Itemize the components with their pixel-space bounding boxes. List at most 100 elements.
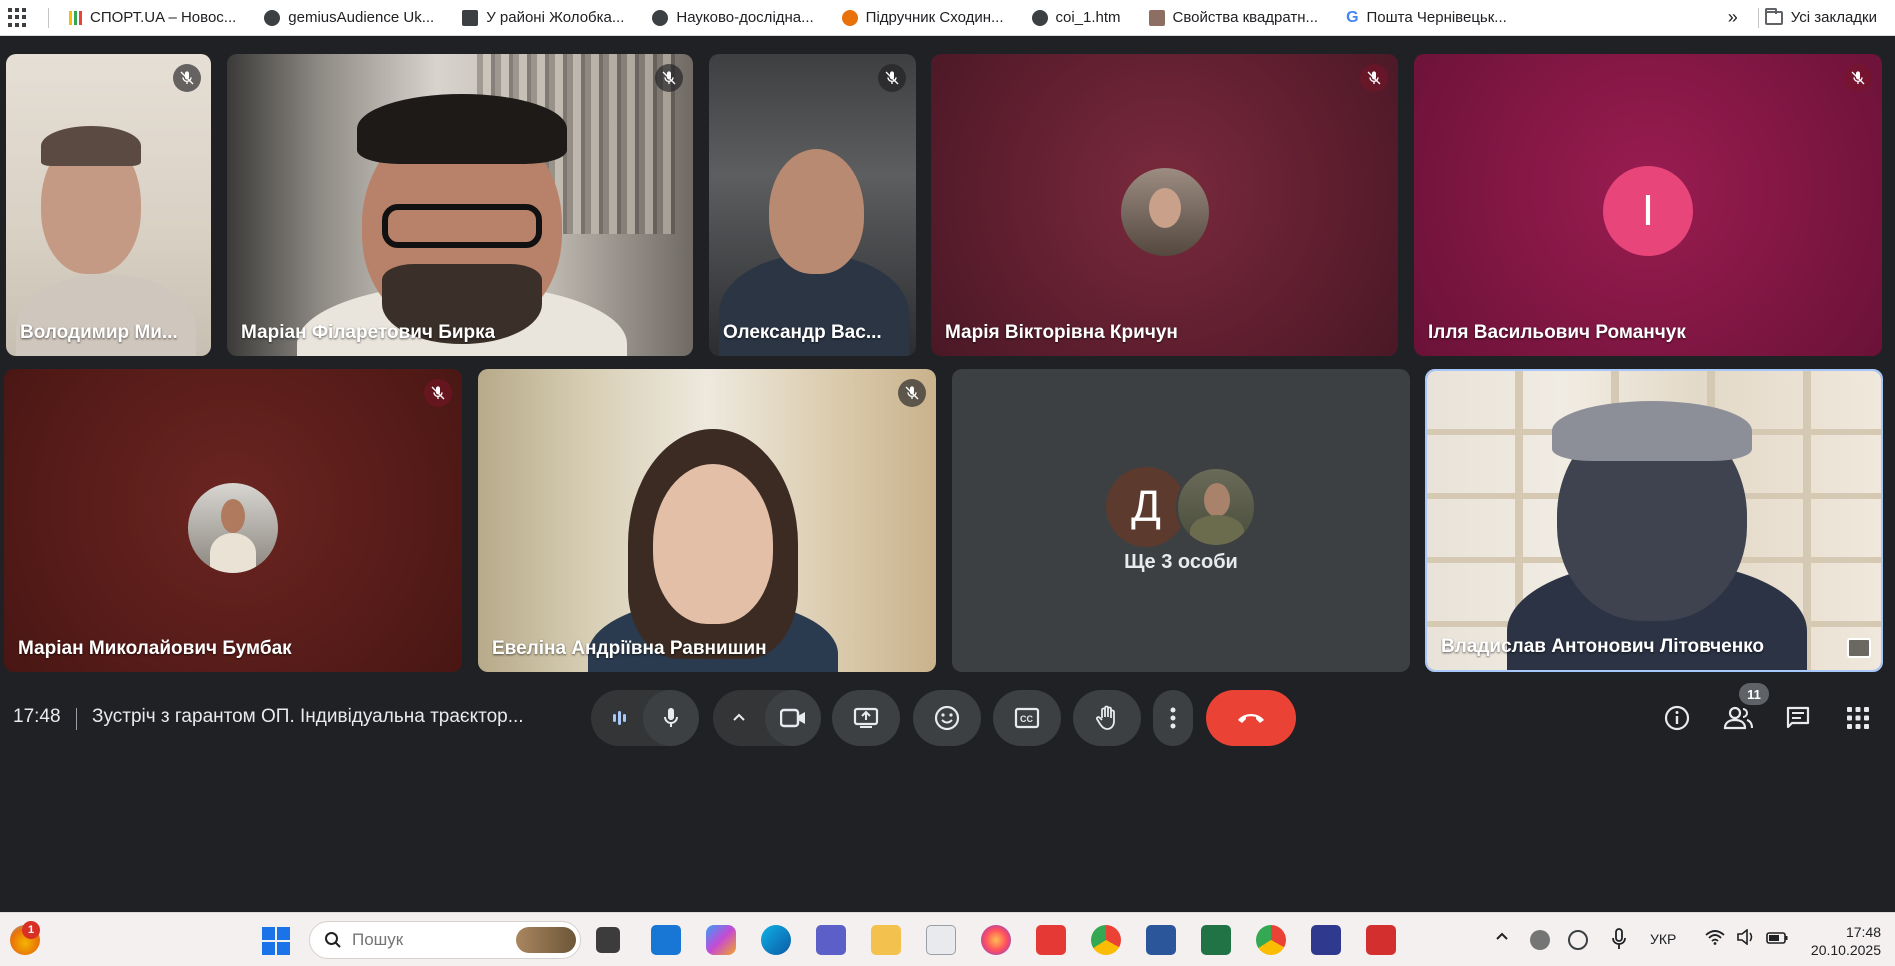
mic-muted-icon [424,379,452,407]
start-button[interactable] [262,927,290,955]
participant-avatar [1121,168,1209,256]
bookmark-label: gemiusAudience Uk... [288,9,435,26]
present-screen-icon [853,707,879,728]
teams-icon[interactable] [816,925,846,955]
more-options-button[interactable] [1153,690,1193,746]
apps-grid-icon[interactable] [8,7,28,28]
activities-button[interactable] [1838,698,1878,738]
mic-muted-icon [1360,64,1388,92]
meeting-details-button[interactable] [1657,698,1697,738]
taskbar-search[interactable] [309,921,581,959]
bookmark-research[interactable]: Науково-дослідна... [638,4,827,32]
participant-tile[interactable]: Марія Вікторівна Кричун [931,54,1398,356]
chrome-icon[interactable] [1091,925,1121,955]
bookmark-separator [48,7,49,28]
volume-icon[interactable] [1736,928,1756,950]
app-icon[interactable] [1311,925,1341,955]
end-call-icon [1238,714,1264,723]
clock-date: 20.10.2025 [1810,942,1881,958]
tray-app-icon[interactable] [1530,930,1550,950]
wps-icon[interactable] [1036,925,1066,955]
audio-level-button[interactable] [595,694,643,742]
language-indicator[interactable]: УКР [1650,931,1676,947]
more-participants-tile[interactable]: Д Ще 3 особи [952,369,1410,672]
show-hidden-icons-button[interactable] [1494,929,1510,950]
pin-icon[interactable] [1847,638,1871,658]
captions-button[interactable]: CC [993,690,1061,746]
avatar-figure [210,533,256,573]
present-screen-button[interactable] [832,690,900,746]
raise-hand-button[interactable] [1073,690,1141,746]
globe-icon [1031,9,1048,26]
microphone-tray-icon[interactable] [1612,928,1626,955]
participant-hair [357,94,567,164]
notepad-icon[interactable] [926,925,956,955]
participant-tile[interactable]: І Ілля Васильович Романчук [1414,54,1882,356]
chat-button[interactable] [1778,698,1818,738]
bookmark-sport-ua[interactable]: СПОРТ.UA – Новос... [55,4,250,32]
raise-hand-icon [1096,705,1115,730]
pdf-icon[interactable] [1366,925,1396,955]
system-clock[interactable]: 17:48 20.10.2025 [1811,923,1881,959]
bookmark-coi[interactable]: coi_1.htm [1018,4,1135,32]
bookmark-label: Підручник Сходин... [865,9,1004,26]
store-icon[interactable] [651,925,681,955]
reactions-button[interactable] [913,690,981,746]
participant-tile[interactable]: Володимир Ми... [6,54,211,356]
participant-tile[interactable]: Владислав Антонович Літовченко [1425,369,1883,672]
microphone-button[interactable] [643,690,699,746]
participant-name: Володимир Ми... [20,322,178,343]
people-button[interactable] [1718,698,1758,738]
chat-icon [1786,706,1810,729]
windows-logo-icon [262,942,275,955]
participant-avatar [1176,467,1256,547]
wifi-icon[interactable] [1705,929,1725,950]
leave-call-button[interactable] [1206,690,1296,746]
participant-tile[interactable]: Евеліна Андріївна Равнишин [478,369,936,672]
meeting-control-bar: 17:48 Зустріч з гарантом ОП. Індивідуаль… [0,680,1895,755]
people-icon [1723,706,1753,730]
search-input[interactable] [352,930,502,950]
firefox-icon[interactable] [981,925,1011,955]
mic-muted-icon [655,64,683,92]
all-bookmarks-label: Усі закладки [1790,9,1877,26]
file-explorer-icon[interactable] [871,925,901,955]
camera-options-button[interactable] [717,694,761,742]
document-icon [462,9,479,26]
bookmark-textbook[interactable]: Підручник Сходин... [828,4,1018,32]
participant-tile[interactable]: Олександр Вас... [709,54,916,356]
bookmark-mail[interactable]: G Пошта Чернівецьк... [1332,4,1521,32]
svg-text:CC: CC [1020,714,1033,724]
participant-name: Марія Вікторівна Кричун [945,322,1178,343]
site-icon [841,9,858,26]
mic-muted-icon [898,379,926,407]
emoji-icon [934,705,960,731]
participant-tile[interactable]: Маріан Миколайович Бумбак [4,369,462,672]
avatar-face [1149,188,1181,228]
bookmark-label: Пошта Чернівецьк... [1366,9,1507,26]
participant-name: Олександр Вас... [723,322,882,343]
more-bookmarks-button[interactable]: » [1714,7,1752,28]
word-icon[interactable] [1146,925,1176,955]
windows-logo-icon [277,942,290,955]
participant-initial-avatar: Д [1106,467,1186,547]
bookmarks-bar: СПОРТ.UA – Новос... gemiusAudience Uk...… [0,0,1895,36]
bookmark-gemius[interactable]: gemiusAudience Uk... [250,4,448,32]
edge-icon[interactable] [761,925,791,955]
initial-letter: І [1641,186,1655,235]
bookmark-label: Науково-дослідна... [676,9,814,26]
sync-icon[interactable] [1568,930,1588,950]
bookmark-zholobok[interactable]: У районі Жолобка... [448,4,638,32]
all-bookmarks-button[interactable]: Усі закладки [1764,7,1891,26]
participant-tile[interactable]: Маріан Філаретович Бирка [227,54,693,356]
camera-button[interactable] [765,690,821,746]
widgets-badge: 1 [22,921,40,939]
excel-icon[interactable] [1201,925,1231,955]
chrome-profile-icon[interactable] [1256,925,1286,955]
task-view-icon[interactable] [596,927,620,953]
apps-grid-icon [1847,707,1869,729]
copilot-icon[interactable] [706,925,736,955]
info-icon [1664,705,1690,731]
battery-icon[interactable] [1766,931,1788,949]
bookmark-quadratic[interactable]: Свойства квадратн... [1135,4,1333,32]
